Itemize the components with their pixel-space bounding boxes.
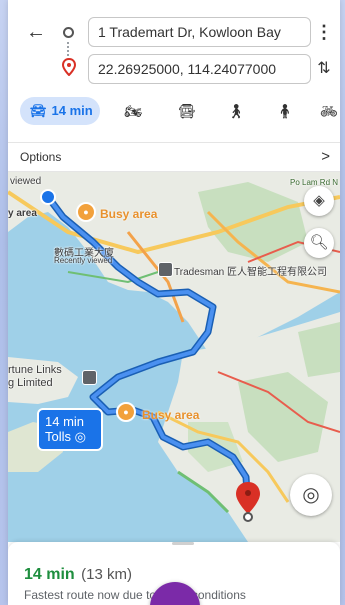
eta-time: 14 min (24, 566, 75, 583)
search-icon[interactable]: 🔍︎ (304, 228, 334, 258)
destination-input[interactable]: 22.26925000, 114.24077000 (88, 54, 311, 84)
map-view[interactable]: viewed y area ● Busy area 數碼工業大廈 Recentl… (8, 172, 340, 542)
ride-hailing-icon[interactable]: 🧍︎ (274, 100, 296, 122)
route-distance: (13 km) (81, 566, 132, 583)
more-vert-icon[interactable]: ⋮ (312, 20, 336, 44)
route-time-badge[interactable]: 14 min Tolls ◎ (37, 408, 103, 451)
swap-vert-icon[interactable]: ⇅ (312, 57, 336, 81)
route-connector (67, 42, 69, 56)
eta-text: 14 min (13 km) (24, 566, 132, 584)
transit-icon[interactable]: 🚍︎ (176, 100, 198, 122)
map-label: y area (8, 208, 37, 219)
car-icon: 🚘︎ (30, 103, 47, 118)
map-canvas (8, 172, 340, 542)
origin-input[interactable]: 1 Trademart Dr, Kowloon Bay (88, 17, 311, 47)
arrow-back-icon[interactable]: ← (24, 20, 48, 44)
driving-time: 14 min (51, 103, 93, 118)
travel-mode-tabs: 🚘︎ 14 min 🏍︎ 🚍︎ 🚶︎ 🧍︎ 🚲︎ (8, 95, 340, 129)
poi-icon (158, 262, 173, 277)
chevron-right-icon: > (321, 148, 330, 165)
origin-marker-icon (63, 27, 74, 38)
busy-area-icon: ● (116, 402, 136, 422)
map-label: viewed (10, 176, 42, 187)
walk-icon[interactable]: 🚶︎ (225, 100, 247, 122)
drag-handle[interactable] (172, 542, 194, 545)
options-row[interactable]: Options > (8, 142, 340, 172)
options-label: Options (20, 150, 62, 164)
route-tolls: Tolls ◎ (45, 429, 86, 444)
tab-driving[interactable]: 🚘︎ 14 min (20, 97, 100, 125)
map-label: Tradesman 匠人智能工程有限公司 (174, 267, 327, 278)
map-label: rtune Links (8, 364, 62, 376)
motorcycle-icon[interactable]: 🏍︎ (122, 100, 144, 122)
my-location-icon[interactable]: ◎ (290, 474, 332, 516)
busy-area-icon: ● (76, 202, 96, 222)
route-summary: Fastest route now due to traffic conditi… (24, 588, 246, 602)
busy-area-label: Busy area (100, 207, 158, 221)
maps-app: ← 1 Trademart Dr, Kowloon Bay 22.2692500… (8, 0, 340, 605)
route-time: 14 min (45, 414, 85, 429)
bicycle-icon[interactable]: 🚲︎ (318, 100, 340, 122)
busy-area-label: Busy area (142, 408, 200, 422)
map-label: g Limited (8, 377, 53, 389)
poi-icon (82, 370, 97, 385)
map-label: Recently viewed (54, 256, 113, 265)
destination-pin-icon (61, 58, 77, 76)
layers-icon[interactable]: ◈ (304, 186, 334, 216)
directions-header: ← 1 Trademart Dr, Kowloon Bay 22.2692500… (8, 0, 340, 142)
